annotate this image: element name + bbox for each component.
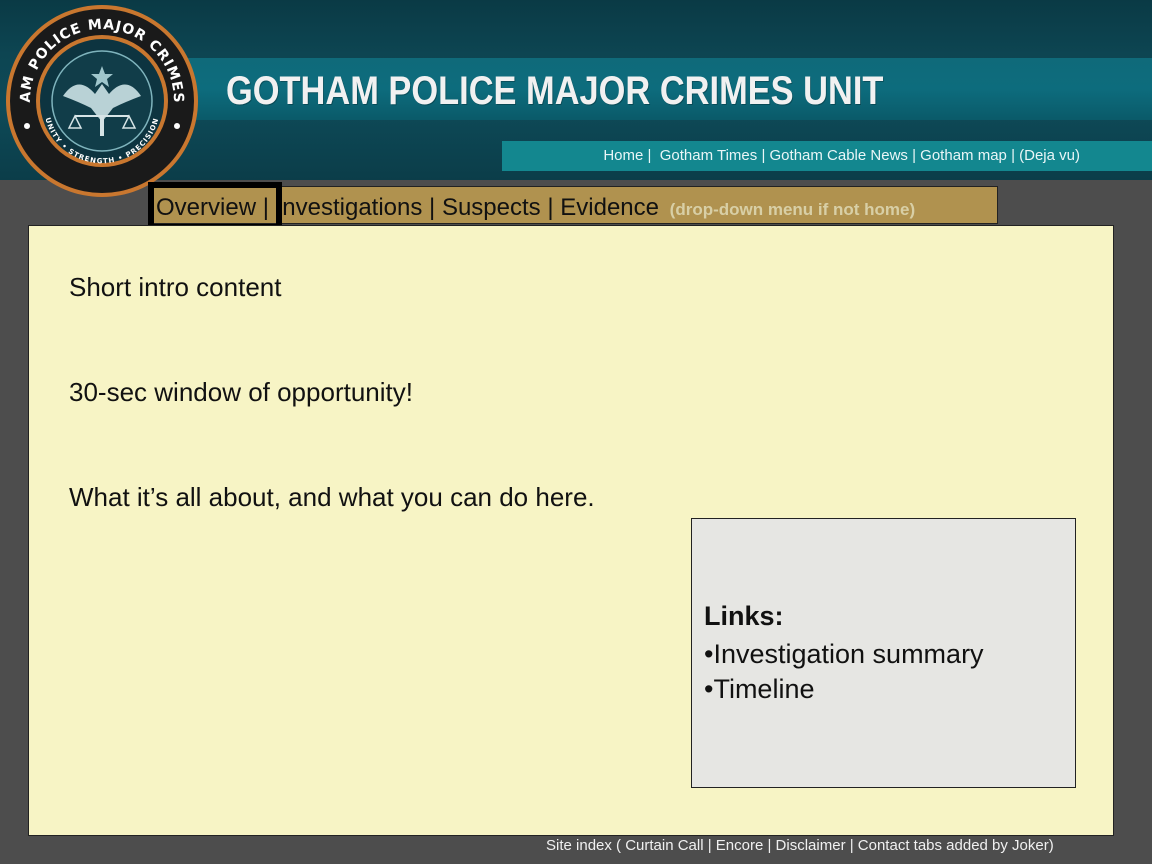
about-line: What it’s all about, and what you can do… [69, 482, 595, 512]
tab-suspects[interactable]: Suspects [442, 194, 541, 221]
nav-gotham-map-link[interactable]: Gotham map [920, 147, 1007, 164]
site-title: GOTHAM POLICE MAJOR CRIMES UNIT [226, 69, 884, 113]
nav-deja-vu-link[interactable]: (Deja vu) [1019, 147, 1080, 164]
footer-links[interactable]: Site index ( Curtain Call | Encore | Dis… [546, 836, 1054, 856]
tab-note: (drop-down menu if not home) [669, 200, 916, 219]
links-list: •Investigation summary •Timeline [704, 637, 984, 707]
nav-home-link[interactable]: Home | [603, 147, 651, 164]
top-nav: Home | Gotham Times | Gotham Cable News … [502, 141, 1152, 171]
links-box: Links: •Investigation summary •Timeline [691, 518, 1076, 788]
main-content: Short intro content 30-sec window of opp… [28, 225, 1114, 836]
tab-overview[interactable]: Overview [156, 194, 256, 221]
tab-separator: | [547, 194, 554, 221]
page: GOTHAM POLICE MAJOR CRIMES UNIT Home | G… [0, 0, 1152, 864]
link-timeline[interactable]: •Timeline [704, 672, 984, 707]
window-line: 30-sec window of opportunity! [69, 377, 413, 407]
tab-separator: | [262, 194, 269, 221]
intro-line: Short intro content [69, 272, 282, 302]
police-badge-logo[interactable]: GOTHAM POLICE MAJOR CRIMES UNIT UNITY • … [3, 4, 201, 198]
link-investigation-summary[interactable]: •Investigation summary [704, 637, 984, 672]
nav-separator: | [912, 147, 916, 164]
nav-separator: | [1011, 147, 1015, 164]
tab-separator: | [429, 194, 436, 221]
tab-evidence[interactable]: Evidence [560, 194, 659, 221]
tab-investigations[interactable]: Investigations [276, 194, 423, 221]
nav-gotham-times-link[interactable]: Gotham Times [660, 147, 758, 164]
nav-separator: | [761, 147, 766, 164]
links-title: Links: [704, 601, 784, 631]
nav-gotham-cable-news-link[interactable]: Gotham Cable News [770, 147, 908, 164]
tab-row: Overview | Investigations | Suspects | E… [156, 190, 915, 226]
